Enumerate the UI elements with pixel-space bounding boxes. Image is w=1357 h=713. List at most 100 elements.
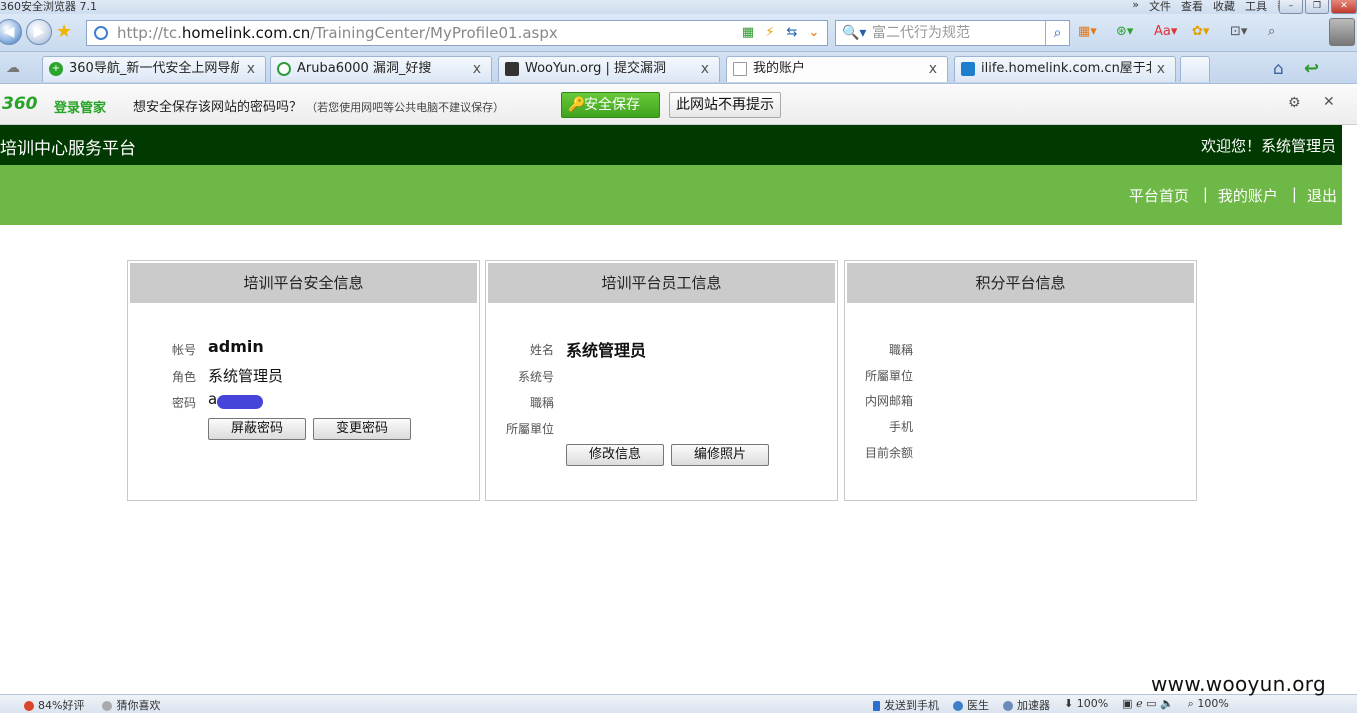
account-label: 帐号: [171, 343, 196, 357]
tomato-icon: [24, 701, 34, 711]
address-dropdown-icon[interactable]: ⌄: [805, 21, 823, 45]
role-value: 系统管理员: [208, 367, 284, 385]
minimize-icon[interactable]: –: [1279, 0, 1303, 14]
zoom-item[interactable]: ⌕ 100%: [1188, 697, 1229, 713]
tab-label: ilife.homelink.com.cn屋于北京: [981, 61, 1151, 76]
forward-icon[interactable]: ▶: [26, 19, 52, 45]
position-label: 職稱: [529, 396, 554, 410]
phone-label: 手机: [888, 420, 913, 434]
accelerator-text: 加速器: [1017, 699, 1050, 712]
speed-mode-icon[interactable]: ⚡: [761, 21, 779, 45]
restore-icon[interactable]: ❐: [1305, 0, 1329, 14]
favorite-star-icon[interactable]: ★: [56, 21, 72, 42]
panel-title: 培训平台员工信息: [488, 263, 835, 303]
tab-360-nav[interactable]: + 360导航_新一代安全上网导航 x: [42, 56, 266, 82]
search-engine-icon[interactable]: 🔍▾: [842, 21, 866, 45]
guess-item[interactable]: 猜你喜欢: [102, 697, 160, 713]
mask-password-button[interactable]: 屏蔽密码: [208, 418, 306, 440]
tab-page-icon: [733, 62, 747, 76]
screen-icon[interactable]: ▭: [1146, 697, 1160, 710]
toolbar-icons: ▦▾ ⊛▾ Aa▾ ✿▾ ⊡▾ ⌕: [1078, 24, 1296, 39]
search-go-icon[interactable]: ⌕: [1045, 21, 1069, 45]
rating-item[interactable]: 84%好评: [24, 697, 84, 713]
zoom-search-icon[interactable]: ⌕: [1268, 24, 1296, 39]
compat-mode-icon[interactable]: ⇆: [783, 21, 801, 45]
page-icon: [94, 26, 108, 40]
download-item[interactable]: ⬇ 100%: [1064, 697, 1108, 713]
tab-wooyun[interactable]: WooYun.org | 提交漏洞 x: [498, 56, 720, 82]
edit-photo-button[interactable]: 编修照片: [671, 444, 769, 466]
tab-ilife-icon: [961, 62, 975, 76]
tab-close-icon[interactable]: x: [247, 57, 255, 81]
tab-close-icon[interactable]: x: [929, 57, 937, 81]
name-value: 系统管理员: [566, 341, 647, 360]
security-info-panel: 培训平台安全信息 帐号 admin 角色 系统管理员 密码 a 屏蔽密码 变更密…: [127, 260, 480, 501]
tab-close-icon[interactable]: x: [701, 57, 709, 81]
employee-info-panel: 培训平台员工信息 姓名 系统管理员 系统号 職稱 所屬單位 修改信息 编修照片: [485, 260, 838, 501]
translate-icon[interactable]: Aa▾: [1154, 24, 1182, 39]
cloud-sync-icon[interactable]: ☁: [6, 60, 20, 76]
accelerator-item[interactable]: 加速器: [1003, 697, 1050, 713]
tab-wooyun-icon: [505, 62, 519, 76]
apps-grid-icon[interactable]: ▦▾: [1078, 24, 1106, 39]
search-box[interactable]: 🔍▾ 富二代行为规范 ⌕: [835, 20, 1070, 46]
close-window-icon[interactable]: ✕: [1331, 0, 1357, 14]
url-path: /TrainingCenter/MyProfile01.aspx: [310, 24, 558, 42]
tab-aruba-search[interactable]: Aruba6000 漏洞_好搜 x: [270, 56, 492, 82]
send-phone-text: 发送到手机: [884, 699, 939, 712]
intranet-email-label: 内网邮箱: [864, 394, 913, 408]
site-title: 培训中心服务平台: [0, 139, 136, 159]
tab-my-account[interactable]: 我的账户 x: [726, 56, 948, 82]
send-to-phone-item[interactable]: 发送到手机: [873, 697, 939, 713]
tab-close-icon[interactable]: x: [1157, 57, 1165, 81]
tab-bar: ☁ + 360导航_新一代安全上网导航 x Aruba6000 漏洞_好搜 x …: [0, 52, 1357, 84]
close-icon[interactable]: ✕: [1323, 94, 1335, 110]
volume-icon[interactable]: 🔈: [1160, 697, 1174, 710]
nav-separator: |: [1202, 185, 1208, 203]
menu-favorites[interactable]: 收藏: [1213, 0, 1235, 14]
menu-tools[interactable]: 工具: [1245, 0, 1267, 14]
menu-bar: » 文件 查看 收藏 工具 帮助: [1132, 0, 1299, 14]
accelerator-icon: [1003, 701, 1013, 711]
tab-label: 360导航_新一代安全上网导航: [69, 61, 239, 76]
nav-home-link[interactable]: 平台首页: [1129, 185, 1189, 206]
account-value: admin: [208, 337, 264, 356]
new-tab-button[interactable]: [1180, 56, 1210, 82]
bookmark-icon[interactable]: ▣: [1122, 697, 1136, 710]
password-redaction: [217, 395, 263, 409]
nav-separator: |: [1291, 185, 1297, 203]
doctor-item[interactable]: 医生: [953, 697, 989, 713]
screenshot-icon[interactable]: ⊡▾: [1230, 24, 1258, 39]
nav-account-link[interactable]: 我的账户: [1218, 185, 1278, 206]
url-host: homelink.com.cn: [181, 24, 311, 42]
browser-toolbar: ◀ ▶ ★ http://tc.homelink.com.cn/Training…: [0, 14, 1357, 52]
undo-close-tab-icon[interactable]: ↩: [1304, 58, 1319, 79]
guess-icon: [102, 701, 113, 711]
balance-label: 目前余额: [864, 446, 913, 460]
menu-file[interactable]: 文件: [1149, 0, 1171, 14]
address-bar[interactable]: http://tc.homelink.com.cn/TrainingCenter…: [86, 20, 828, 46]
gear-icon[interactable]: ⚙: [1288, 95, 1301, 111]
user-avatar[interactable]: [1329, 18, 1355, 46]
change-password-button[interactable]: 变更密码: [313, 418, 411, 440]
security-shield-icon[interactable]: ⊛▾: [1116, 24, 1144, 39]
site-nav: 平台首页 | 我的账户 | 退出: [0, 165, 1342, 225]
nav-logout-link[interactable]: 退出: [1307, 185, 1337, 206]
unit-label: 所屬單位: [505, 422, 554, 436]
download-icon: ⬇: [1064, 697, 1077, 710]
menu-view[interactable]: 查看: [1181, 0, 1203, 14]
system-number-label: 系统号: [517, 370, 554, 384]
tab-ilife[interactable]: ilife.homelink.com.cn屋于北京 x: [954, 56, 1176, 82]
never-prompt-button[interactable]: 此网站不再提示: [669, 92, 781, 118]
prompt-note: （若您使用网吧等公共电脑不建议保存）: [306, 101, 505, 114]
qrcode-icon[interactable]: ▦: [739, 21, 757, 45]
ie-icon[interactable]: ℯ: [1136, 697, 1146, 710]
status-left: 84%好评 猜你喜欢: [24, 697, 160, 713]
menu-more[interactable]: »: [1132, 0, 1139, 14]
safe-save-button[interactable]: 🔑 安全保存: [561, 92, 660, 118]
edit-info-button[interactable]: 修改信息: [566, 444, 664, 466]
back-icon[interactable]: ◀: [0, 19, 22, 45]
home-icon[interactable]: ⌂: [1273, 59, 1284, 79]
extensions-icon[interactable]: ✿▾: [1192, 24, 1220, 39]
tab-close-icon[interactable]: x: [473, 57, 481, 81]
